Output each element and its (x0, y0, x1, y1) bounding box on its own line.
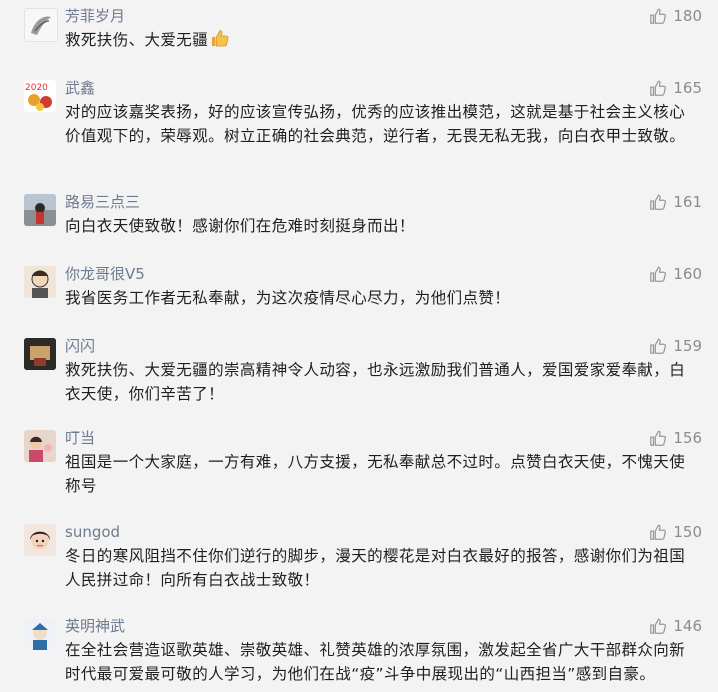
thumbs-up-emoji (212, 30, 229, 47)
comment-author[interactable]: sungod (65, 522, 120, 542)
comment-author[interactable]: 英明神武 (65, 616, 125, 636)
like-button[interactable]: 161 (649, 192, 702, 212)
thumbs-up-icon (650, 430, 667, 446)
comment-author[interactable]: 芳菲岁月 (65, 6, 125, 26)
avatar[interactable] (24, 194, 56, 226)
like-count: 159 (673, 337, 702, 355)
like-button[interactable]: 150 (649, 522, 702, 542)
comment-author[interactable]: 叮当 (65, 428, 95, 448)
comment-text: 在全社会营造讴歌英雄、崇敬英雄、礼赞英雄的浓厚氛围，激发起全省广大干部群众向新时… (65, 641, 686, 683)
avatar[interactable] (24, 524, 56, 556)
comment-text: 冬日的寒风阻挡不住你们逆行的脚步，漫天的樱花是对白衣最好的报答，感谢你们为祖国人… (65, 547, 686, 589)
comment-text: 向白衣天使致敬！感谢你们在危难时刻挺身而出！ (65, 217, 415, 235)
comment-author[interactable]: 武鑫 (65, 78, 95, 98)
comment-text: 祖国是一个大家庭，一方有难，八方支援，无私奉献总不过时。点赞白衣天使，不愧天使称… (65, 453, 686, 495)
like-button[interactable]: 180 (649, 6, 702, 26)
like-count: 165 (673, 79, 702, 97)
thumbs-up-icon (650, 524, 667, 540)
avatar[interactable] (24, 338, 56, 370)
avatar[interactable] (24, 618, 56, 650)
thumbs-up-icon (650, 618, 667, 634)
like-count: 180 (673, 7, 702, 25)
comment-text: 救死扶伤、大爱无疆的崇高精神令人动容，也永远激励我们普通人，爱国爱家爱奉献，白衣… (65, 361, 686, 403)
avatar[interactable] (24, 8, 58, 42)
comment-text: 救死扶伤、大爱无疆 (65, 28, 693, 52)
comment-author[interactable]: 路易三点三 (65, 192, 140, 212)
comment-text: 对的应该嘉奖表扬，好的应该宣传弘扬，优秀的应该推出模范，这就是基于社会主义核心价… (65, 103, 686, 145)
comment-author[interactable]: 你龙哥很V5 (65, 264, 145, 284)
like-count: 160 (673, 265, 702, 283)
thumbs-up-icon (650, 8, 667, 24)
thumbs-up-icon (650, 80, 667, 96)
like-count: 150 (673, 523, 702, 541)
like-button[interactable]: 146 (649, 616, 702, 636)
avatar[interactable]: 2020 (24, 80, 56, 112)
avatar[interactable] (24, 266, 56, 298)
thumbs-up-icon (650, 266, 667, 282)
comment-text: 我省医务工作者无私奉献，为这次疫情尽心尽力，为他们点赞！ (65, 289, 511, 307)
like-button[interactable]: 160 (649, 264, 702, 284)
like-count: 156 (673, 429, 702, 447)
like-count: 161 (673, 193, 702, 211)
comment-author[interactable]: 闪闪 (65, 336, 95, 356)
thumbs-up-icon (650, 338, 667, 354)
like-button[interactable]: 159 (649, 336, 702, 356)
like-button[interactable]: 165 (649, 78, 702, 98)
comment-list: 芳菲岁月 180 救死扶伤、大爱无疆 2020 武鑫 165 对的应该嘉奖表扬，… (0, 0, 718, 692)
like-count: 146 (673, 617, 702, 635)
thumbs-up-icon (650, 194, 667, 210)
svg-text:2020: 2020 (25, 83, 48, 93)
avatar[interactable] (24, 430, 56, 462)
like-button[interactable]: 156 (649, 428, 702, 448)
